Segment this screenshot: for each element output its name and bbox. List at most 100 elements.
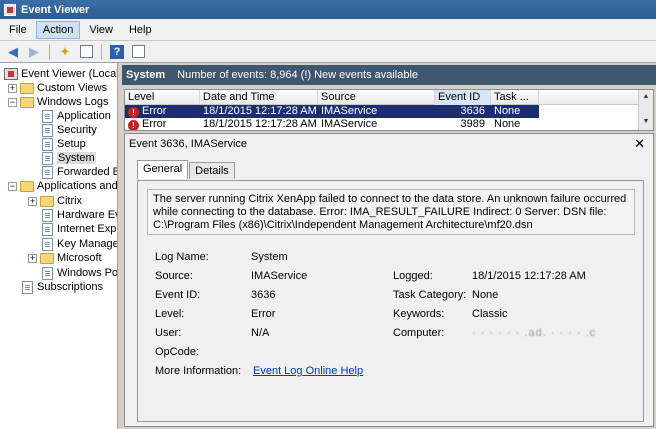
menu-action[interactable]: Action: [35, 20, 81, 39]
log-header-info: Number of events: 8,964 (!) New events a…: [177, 69, 419, 81]
value-log-name: System: [251, 251, 288, 263]
table-row[interactable]: ! Error 18/1/2015 12:17:28 AM IMAService …: [125, 105, 539, 118]
menu-view[interactable]: View: [82, 21, 120, 39]
label-user: User:: [155, 327, 182, 339]
log-header-title: System: [126, 69, 166, 81]
column-header-event-id[interactable]: Event ID: [435, 90, 491, 105]
log-header: System Number of events: 8,964 (!) New e…: [122, 65, 656, 85]
scroll-down-arrow-icon[interactable]: ▼: [639, 115, 653, 128]
tree-label: Custom Views: [37, 82, 108, 94]
close-icon[interactable]: ✕: [634, 136, 645, 152]
label-source: Source:: [155, 270, 193, 282]
log-icon: [42, 165, 53, 179]
tree-label: Setup: [57, 138, 86, 150]
collapse-minus-icon[interactable]: −: [8, 181, 17, 191]
cell-event-id: 3636: [460, 105, 485, 117]
tree-item-internet-explorer[interactable]: Internet Expl: [42, 222, 117, 236]
log-icon: [42, 109, 53, 123]
action-pane-icon: [131, 45, 145, 58]
tree-item-microsoft[interactable]: + Microsoft: [28, 251, 102, 265]
show-hide-action-pane-button[interactable]: [129, 43, 147, 61]
value-logged: 18/1/2015 12:17:28 AM: [472, 270, 586, 282]
folder-icon: [40, 195, 54, 207]
tree-label: System: [57, 152, 96, 164]
tree-label: Event Viewer (Local): [21, 68, 118, 80]
value-event-id: 3636: [251, 289, 276, 301]
tree-label: Security: [57, 124, 97, 136]
tree-item-system[interactable]: System: [42, 151, 96, 165]
tree-item-subscriptions[interactable]: Subscriptions: [22, 280, 103, 294]
cell-date-time: 18/1/2015 12:17:28 AM: [203, 105, 317, 117]
column-header-source[interactable]: Source: [318, 90, 435, 105]
label-more-information: More Information:: [155, 365, 242, 377]
event-log-online-help-link[interactable]: Event Log Online Help: [253, 365, 363, 377]
column-header-date-time[interactable]: Date and Time: [200, 90, 318, 105]
up-folder-button[interactable]: ✦: [56, 43, 74, 61]
toolbar-separator: [101, 43, 102, 60]
back-arrow-icon[interactable]: ◀: [4, 43, 22, 61]
tree-label: Forwarded Ev: [57, 166, 117, 178]
collapse-minus-icon[interactable]: −: [8, 97, 17, 107]
expand-plus-icon[interactable]: +: [28, 253, 37, 263]
scroll-up-arrow-icon[interactable]: ▲: [639, 90, 653, 103]
log-icon: [42, 137, 53, 151]
event-viewer-app-icon: [4, 3, 16, 16]
column-header-level[interactable]: Level: [125, 90, 200, 105]
label-log-name: Log Name:: [155, 251, 209, 263]
folder-icon: [20, 96, 34, 108]
folder-icon: [40, 252, 54, 264]
help-button[interactable]: ?: [108, 43, 126, 61]
tree-item-hardware-events[interactable]: Hardware Eve: [42, 208, 117, 222]
tab-general[interactable]: General: [137, 160, 189, 179]
label-logged: Logged:: [393, 270, 433, 282]
tree-item-forwarded-events[interactable]: Forwarded Ev: [42, 165, 117, 179]
value-computer: · · · · · · .ad. · · · · .c: [472, 327, 597, 339]
show-hide-tree-button[interactable]: [77, 43, 95, 61]
log-icon: [42, 123, 53, 137]
tree-item-setup[interactable]: Setup: [42, 137, 86, 151]
log-icon: [42, 237, 53, 251]
cell-date-time: 18/1/2015 12:17:28 AM: [203, 118, 317, 130]
label-level: Level:: [155, 308, 185, 320]
tree-item-windows-logs[interactable]: − Windows Logs: [8, 95, 109, 109]
folder-icon: [20, 180, 34, 192]
event-message[interactable]: The server running Citrix XenApp failed …: [147, 189, 635, 235]
table-row[interactable]: ! Error 18/1/2015 12:17:28 AM IMAService …: [125, 118, 653, 130]
log-icon: [42, 266, 53, 280]
tree-item-root[interactable]: Event Viewer (Local): [4, 67, 118, 81]
tree-item-security[interactable]: Security: [42, 123, 97, 137]
menu-help[interactable]: Help: [122, 21, 159, 39]
tree-item-custom-views[interactable]: + Custom Views: [8, 81, 107, 95]
tab-details[interactable]: Details: [189, 162, 235, 179]
results-pane: System Number of events: 8,964 (!) New e…: [122, 63, 656, 429]
general-tab-content: The server running Citrix XenApp failed …: [137, 180, 644, 422]
cell-level: ! Error: [125, 118, 200, 130]
expand-plus-icon[interactable]: +: [28, 196, 37, 206]
expand-plus-icon[interactable]: +: [8, 83, 17, 93]
value-user: N/A: [251, 327, 270, 339]
subscriptions-icon: [22, 280, 33, 294]
label-computer: Computer:: [393, 327, 445, 339]
tree-label: Applications and S: [37, 180, 118, 192]
log-icon: [42, 151, 53, 165]
scroll-track[interactable]: [639, 103, 653, 115]
grid-header: Level Date and Time Source Event ID Task…: [125, 90, 653, 105]
label-keywords: Keywords:: [393, 308, 445, 320]
tree-item-applications-services[interactable]: − Applications and S: [8, 179, 118, 193]
window-title: Event Viewer: [21, 3, 90, 16]
tree-item-application[interactable]: Application: [42, 109, 111, 123]
tree-label: Subscriptions: [37, 281, 104, 293]
menu-file[interactable]: File: [2, 21, 34, 39]
cell-source: IMAService: [321, 105, 378, 117]
cell-task: None: [494, 118, 521, 130]
column-header-task[interactable]: Task ...: [491, 90, 539, 105]
console-tree: Event Viewer (Local) + Custom Views − Wi…: [0, 63, 118, 429]
grid-vertical-scrollbar[interactable]: ▲ ▼: [638, 90, 653, 130]
tree-item-key-management[interactable]: Key Managen: [42, 237, 117, 251]
tree-item-citrix[interactable]: + Citrix: [28, 194, 82, 208]
tree-item-windows-powershell[interactable]: Windows Pow: [42, 266, 117, 280]
log-icon: [42, 222, 53, 236]
forward-arrow-icon[interactable]: ▶: [25, 43, 43, 61]
value-keywords: Classic: [472, 308, 508, 320]
toolbar: ◀ ▶ ✦ ?: [0, 41, 656, 63]
